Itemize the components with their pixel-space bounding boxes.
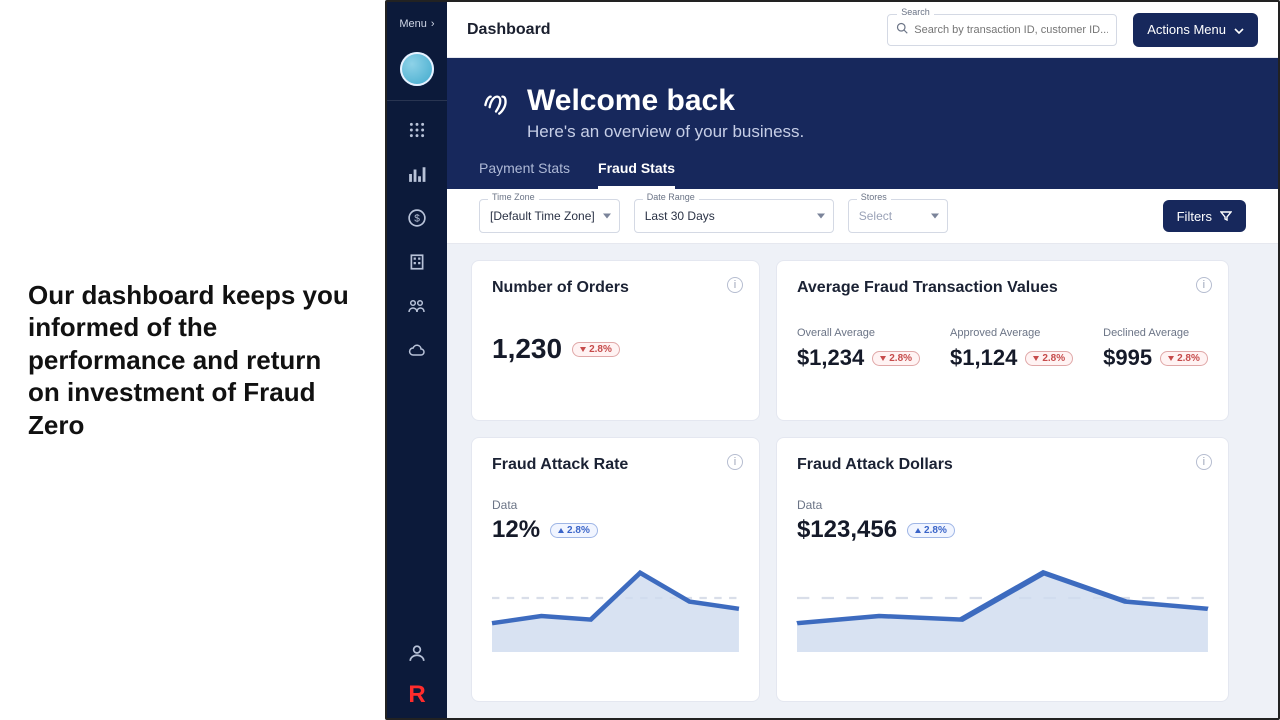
card-avg-fraud-values: Average Fraud Transaction Values i Overa… (776, 260, 1229, 421)
daterange-value: Last 30 Days (645, 209, 715, 223)
actions-menu-button[interactable]: Actions Menu (1133, 13, 1258, 47)
building-icon[interactable] (408, 253, 426, 271)
data-label: Data (492, 498, 739, 512)
orders-value: 1,230 (492, 333, 562, 365)
chevron-down-icon (603, 214, 611, 219)
attack-dollars-chart (797, 562, 1208, 652)
attack-dollars-delta-pill: 2.8% (907, 523, 955, 538)
avg-delta-pill: 2.8% (1025, 351, 1073, 366)
search-input[interactable] (914, 24, 1108, 36)
daterange-select[interactable]: Date Range Last 30 Days (634, 199, 834, 233)
attack-rate-value: 12% (492, 516, 540, 544)
filter-bar: Time Zone [Default Time Zone] Date Range… (447, 189, 1278, 244)
data-label: Data (797, 498, 1208, 512)
card-fraud-attack-dollars: Fraud Attack Dollars i Data $123,456 2.8… (776, 437, 1229, 702)
hero-tabs: Payment Stats Fraud Stats (479, 160, 1246, 189)
filters-button-label: Filters (1177, 209, 1212, 224)
filters-button[interactable]: Filters (1163, 200, 1246, 232)
tab-fraud-stats[interactable]: Fraud Stats (598, 160, 675, 189)
avatar[interactable] (400, 52, 434, 86)
avg-col-declined: Declined Average $995 2.8% (1103, 327, 1208, 371)
stores-select[interactable]: Stores Select (848, 199, 948, 233)
topbar: Dashboard Search Actions Menu (447, 2, 1278, 58)
timezone-value: [Default Time Zone] (490, 209, 595, 223)
info-icon[interactable]: i (1196, 454, 1212, 470)
hero: Welcome back Here's an overview of your … (447, 58, 1278, 189)
triangle-up-icon (915, 528, 921, 533)
avg-value: $1,124 (950, 345, 1017, 371)
triangle-down-icon (580, 347, 586, 352)
card-title: Average Fraud Transaction Values (797, 279, 1208, 297)
card-fraud-attack-rate: Fraud Attack Rate i Data 12% 2.8% (471, 437, 760, 702)
avg-label: Declined Average (1103, 327, 1208, 339)
card-number-of-orders: Number of Orders i 1,230 2.8% (471, 260, 760, 421)
avg-label: Overall Average (797, 327, 920, 339)
card-title: Fraud Attack Rate (492, 456, 739, 474)
nav-icons: $ (387, 100, 447, 359)
sidebar: Menu › $ (387, 2, 447, 718)
hero-title: Welcome back (527, 84, 804, 118)
search-legend: Search (897, 7, 934, 17)
daterange-legend: Date Range (643, 192, 699, 202)
wave-icon (479, 86, 513, 120)
dollar-icon[interactable]: $ (408, 209, 426, 227)
attack-rate-chart (492, 562, 739, 652)
page-title: Dashboard (467, 21, 551, 39)
timezone-select[interactable]: Time Zone [Default Time Zone] (479, 199, 620, 233)
brand-logo: R (406, 682, 428, 708)
orders-delta: 2.8% (589, 344, 612, 355)
avg-col-approved: Approved Average $1,124 2.8% (950, 327, 1073, 371)
stores-legend: Stores (857, 192, 891, 202)
cards-grid: Number of Orders i 1,230 2.8% Average Fr… (447, 244, 1278, 718)
chevron-right-icon: › (431, 18, 435, 30)
cloud-icon[interactable] (408, 341, 426, 359)
stores-value: Select (859, 209, 892, 223)
avg-value: $1,234 (797, 345, 864, 371)
profile-icon[interactable] (408, 644, 426, 662)
avg-delta-pill: 2.8% (1160, 351, 1208, 366)
search-field[interactable]: Search (887, 14, 1117, 46)
card-title: Number of Orders (492, 279, 739, 297)
menu-toggle[interactable]: Menu › (387, 2, 447, 46)
app-frame: Menu › $ (385, 0, 1280, 720)
triangle-down-icon (1033, 356, 1039, 361)
triangle-up-icon (558, 528, 564, 533)
chevron-down-icon (817, 214, 825, 219)
timezone-legend: Time Zone (488, 192, 539, 202)
chevron-down-icon (931, 214, 939, 219)
marketing-panel: Our dashboard keeps you informed of the … (0, 0, 385, 720)
svg-text:$: $ (414, 213, 420, 224)
triangle-down-icon (1168, 356, 1174, 361)
chevron-down-icon (1234, 22, 1244, 37)
card-title: Fraud Attack Dollars (797, 456, 1208, 474)
info-icon[interactable]: i (1196, 277, 1212, 293)
avg-value: $995 (1103, 345, 1152, 371)
menu-toggle-label: Menu (399, 18, 427, 30)
avg-col-overall: Overall Average $1,234 2.8% (797, 327, 920, 371)
search-icon (896, 22, 908, 37)
info-icon[interactable]: i (727, 277, 743, 293)
marketing-text: Our dashboard keeps you informed of the … (28, 279, 357, 442)
info-icon[interactable]: i (727, 454, 743, 470)
avg-label: Approved Average (950, 327, 1073, 339)
hero-subtitle: Here's an overview of your business. (527, 122, 804, 142)
tab-payment-stats[interactable]: Payment Stats (479, 160, 570, 189)
attack-dollars-value: $123,456 (797, 516, 897, 544)
bar-chart-icon[interactable] (408, 165, 426, 183)
filter-icon (1220, 209, 1232, 224)
actions-menu-label: Actions Menu (1147, 22, 1226, 37)
users-icon[interactable] (408, 297, 426, 315)
grid-icon[interactable] (408, 121, 426, 139)
attack-rate-delta-pill: 2.8% (550, 523, 598, 538)
triangle-down-icon (880, 356, 886, 361)
avg-delta-pill: 2.8% (872, 351, 920, 366)
orders-delta-pill: 2.8% (572, 342, 620, 357)
main-column: Dashboard Search Actions Menu (447, 2, 1278, 718)
